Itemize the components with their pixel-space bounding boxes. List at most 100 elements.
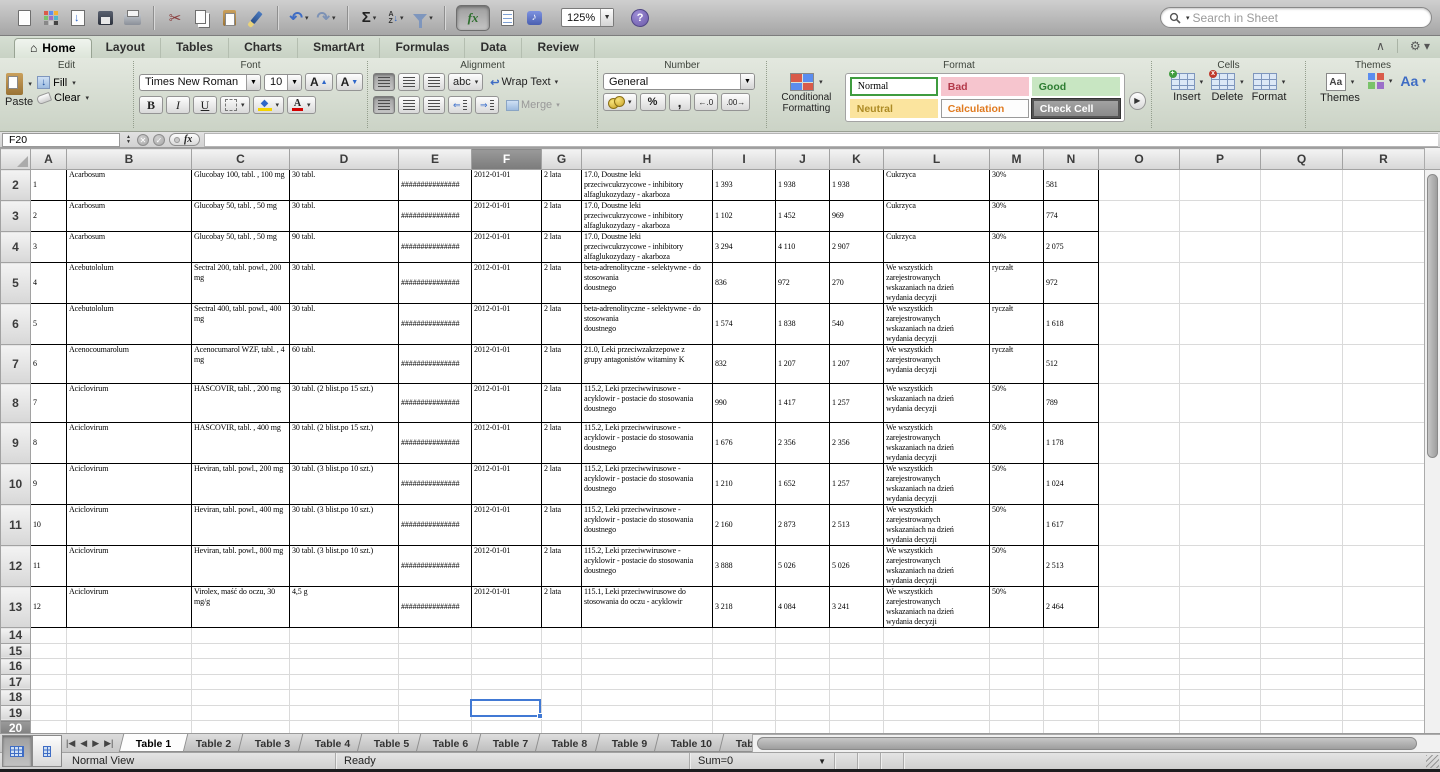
cell-A8[interactable]: 7 [31, 384, 67, 423]
cell-D17[interactable] [290, 674, 399, 690]
cell-D19[interactable] [290, 705, 399, 721]
themes-button[interactable]: Aa▾ Themes [1320, 73, 1360, 104]
cell-E19[interactable] [399, 705, 472, 721]
row-header-11[interactable]: 11 [1, 505, 31, 546]
cell-Q11[interactable] [1261, 505, 1343, 546]
cell-P12[interactable] [1180, 546, 1261, 587]
cell-M6[interactable]: ryczałt [990, 304, 1044, 345]
cell-B3[interactable]: Acarbosum [67, 201, 192, 232]
cell-E13[interactable]: ############### [399, 587, 472, 628]
increase-indent-button[interactable]: ⇒ [475, 96, 499, 114]
cell-D13[interactable]: 4,5 g [290, 587, 399, 628]
align-top-button[interactable] [373, 73, 395, 91]
cell-J7[interactable]: 1 207 [776, 345, 830, 384]
cell-F8[interactable]: 2012-01-01 [472, 384, 542, 423]
cell-L20[interactable] [884, 721, 990, 734]
cell-P4[interactable] [1180, 232, 1261, 263]
cell-M19[interactable] [990, 705, 1044, 721]
cell-R14[interactable] [1343, 628, 1425, 644]
cell-Q5[interactable] [1261, 263, 1343, 304]
cell-R3[interactable] [1343, 201, 1425, 232]
cell-D4[interactable]: 90 tabl. [290, 232, 399, 263]
cell-N15[interactable] [1044, 643, 1099, 659]
cell-A2[interactable]: 1 [31, 170, 67, 201]
cell-F2[interactable]: 2012-01-01 [472, 170, 542, 201]
cell-M2[interactable]: 30% [990, 170, 1044, 201]
cell-B2[interactable]: Acarbosum [67, 170, 192, 201]
theme-colors-button[interactable]: ▾ [1368, 73, 1393, 89]
cell-K11[interactable]: 2 513 [830, 505, 884, 546]
borders-button[interactable]: ▾ [220, 96, 250, 114]
cell-G17[interactable] [542, 674, 582, 690]
cell-H17[interactable] [582, 674, 713, 690]
cell-P17[interactable] [1180, 674, 1261, 690]
cell-F3[interactable]: 2012-01-01 [472, 201, 542, 232]
column-header-f[interactable]: F [472, 149, 542, 170]
cell-I2[interactable]: 1 393 [713, 170, 776, 201]
row-header-2[interactable]: 2 [1, 170, 31, 201]
cell-G6[interactable]: 2 lata [542, 304, 582, 345]
font-color-button[interactable]: A▾ [287, 96, 316, 114]
cell-G8[interactable]: 2 lata [542, 384, 582, 423]
cell-B16[interactable] [67, 659, 192, 675]
cell-C4[interactable]: Glucobay 50, tabl. , 50 mg [192, 232, 290, 263]
ribbon-tab-formulas[interactable]: Formulas [380, 38, 465, 58]
cell-I14[interactable] [713, 628, 776, 644]
cell-E20[interactable] [399, 721, 472, 734]
cell-O8[interactable] [1099, 384, 1180, 423]
cell-L16[interactable] [884, 659, 990, 675]
cell-C3[interactable]: Glucobay 50, tabl. , 50 mg [192, 201, 290, 232]
cell-E17[interactable] [399, 674, 472, 690]
row-header-17[interactable]: 17 [1, 674, 31, 690]
cell-C16[interactable] [192, 659, 290, 675]
cell-C10[interactable]: Heviran, tabl. powl., 200 mg [192, 464, 290, 505]
cancel-button[interactable]: ✕ [137, 134, 149, 146]
cell-I17[interactable] [713, 674, 776, 690]
style-calculation[interactable]: Calculation [941, 99, 1029, 118]
cell-I11[interactable]: 2 160 [713, 505, 776, 546]
cell-J20[interactable] [776, 721, 830, 734]
cell-N9[interactable]: 1 178 [1044, 423, 1099, 464]
fill-handle[interactable] [537, 713, 543, 719]
cell-L3[interactable]: Cukrzyca [884, 201, 990, 232]
cell-H10[interactable]: 115.2, Leki przeciwwirusowe - acyklowir … [582, 464, 713, 505]
cell-A20[interactable] [31, 721, 67, 734]
cell-K2[interactable]: 1 938 [830, 170, 884, 201]
tab-scroll-first-button[interactable]: |◀ [66, 738, 75, 749]
cell-E12[interactable]: ############### [399, 546, 472, 587]
align-bottom-button[interactable] [423, 73, 445, 91]
cell-P15[interactable] [1180, 643, 1261, 659]
cell-C20[interactable] [192, 721, 290, 734]
style-good[interactable]: Good [1032, 77, 1120, 96]
cell-Q12[interactable] [1261, 546, 1343, 587]
cell-Q15[interactable] [1261, 643, 1343, 659]
cell-P8[interactable] [1180, 384, 1261, 423]
cell-B19[interactable] [67, 705, 192, 721]
cell-R12[interactable] [1343, 546, 1425, 587]
row-header-8[interactable]: 8 [1, 384, 31, 423]
cell-C17[interactable] [192, 674, 290, 690]
cell-C13[interactable]: Virolex, maść do oczu, 30 mg/g [192, 587, 290, 628]
cell-B17[interactable] [67, 674, 192, 690]
cell-K18[interactable] [830, 690, 884, 706]
row-header-12[interactable]: 12 [1, 546, 31, 587]
cell-B7[interactable]: Acenocoumarolum [67, 345, 192, 384]
cell-H13[interactable]: 115.1, Leki przeciwwirusowe do stosowani… [582, 587, 713, 628]
column-header-l[interactable]: L [884, 149, 990, 170]
cell-Q8[interactable] [1261, 384, 1343, 423]
name-box[interactable]: F20 [2, 133, 120, 147]
cell-Q7[interactable] [1261, 345, 1343, 384]
cell-H3[interactable]: 17.0, Doustne leki przeciwcukrzycowe - i… [582, 201, 713, 232]
orientation-button[interactable]: abc▾ [448, 73, 483, 91]
delete-cells-button[interactable]: x▾ Delete [1211, 73, 1244, 103]
filter-dropdown-icon[interactable]: ▾ [429, 14, 433, 22]
cell-P9[interactable] [1180, 423, 1261, 464]
insert-cells-button[interactable]: +▾ Insert [1171, 73, 1204, 103]
column-header-p[interactable]: P [1180, 149, 1261, 170]
cell-A4[interactable]: 3 [31, 232, 67, 263]
cell-L10[interactable]: We wszystkich zarejestrowanych wskazania… [884, 464, 990, 505]
cell-J18[interactable] [776, 690, 830, 706]
number-format-select[interactable]: General▼ [603, 73, 755, 90]
align-center-button[interactable] [398, 96, 420, 114]
copy-button[interactable] [192, 5, 212, 31]
